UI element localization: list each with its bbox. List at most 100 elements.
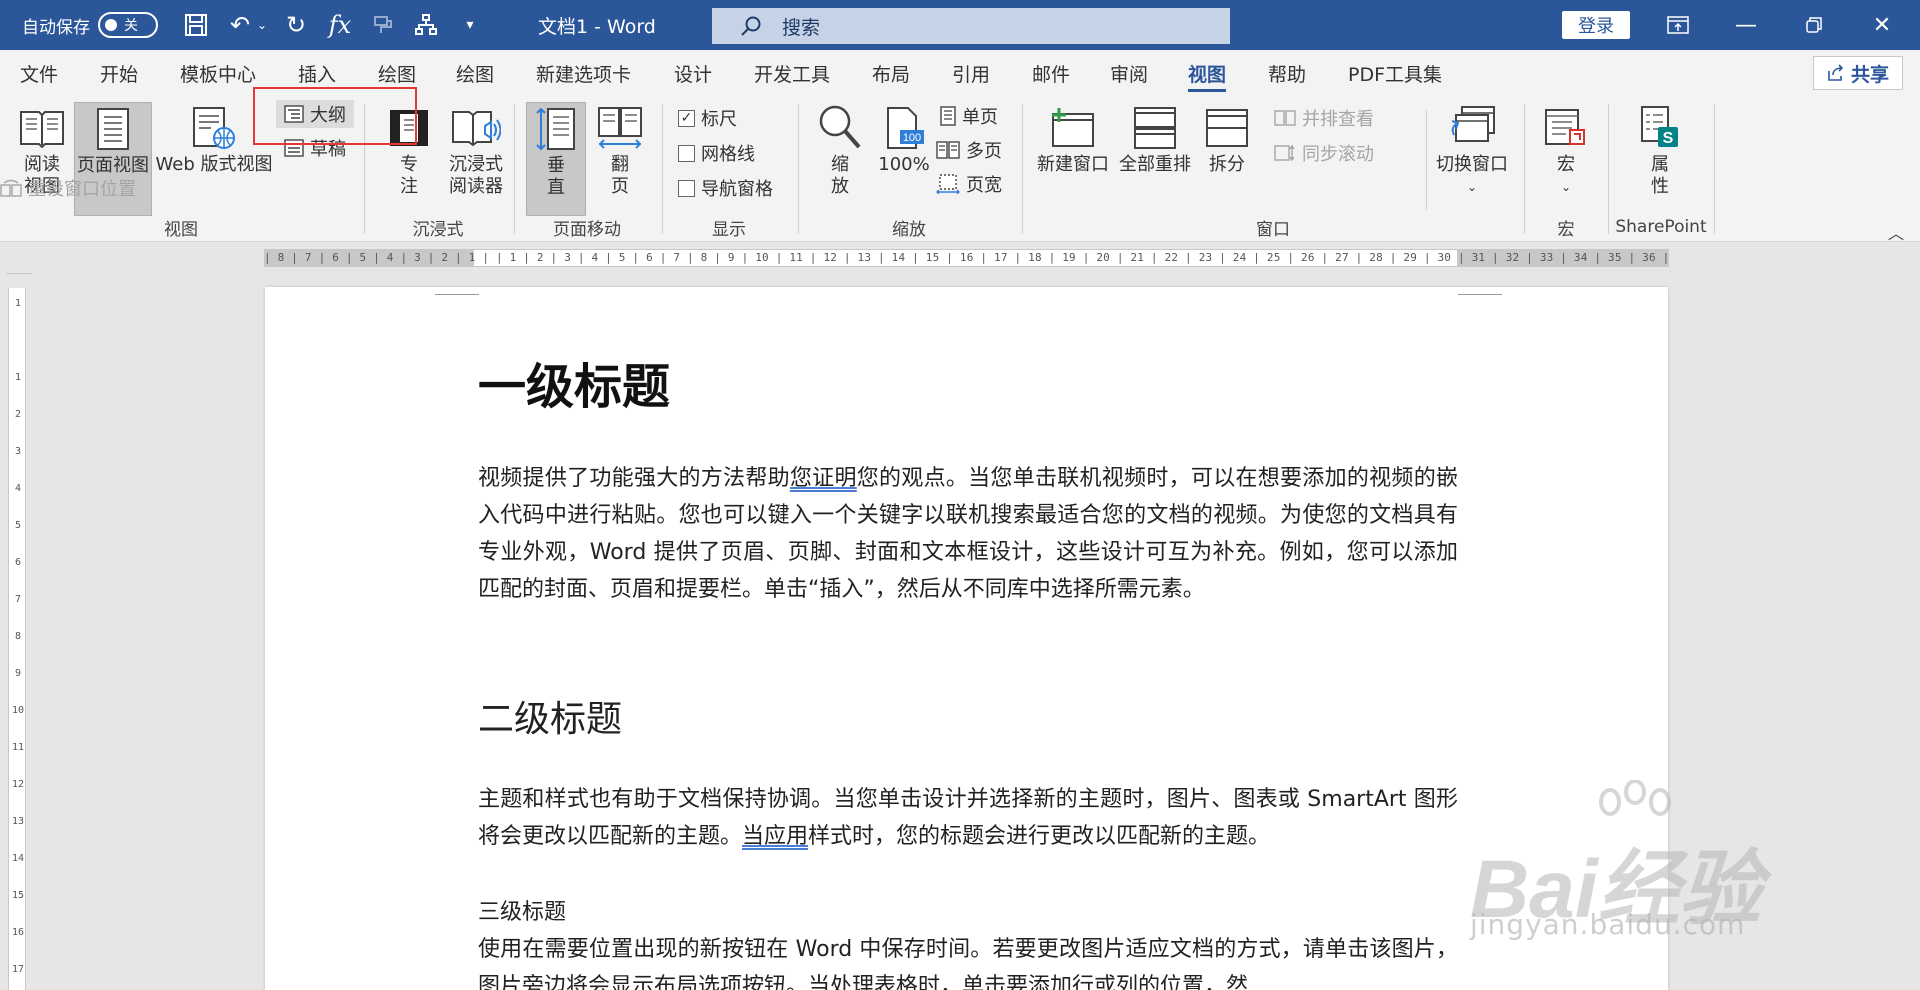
paragraph-2-flagged-phrase[interactable]: 当应用 — [742, 824, 808, 849]
properties-button[interactable]: S 属性 — [1630, 102, 1690, 198]
nav-pane-label: 导航窗格 — [701, 179, 773, 200]
autosave-label: 自动保存 — [22, 17, 90, 38]
side-by-side-label: 并排查看 — [1302, 109, 1374, 130]
tab-layout[interactable]: 布局 — [872, 58, 910, 88]
group-separator-minor — [1426, 110, 1427, 210]
gridlines-checkbox[interactable]: 网格线 — [678, 139, 755, 167]
restore-icon[interactable] — [1784, 0, 1844, 50]
tab-design[interactable]: 设计 — [674, 58, 712, 88]
multi-page-icon — [936, 141, 960, 159]
tab-mailings[interactable]: 邮件 — [1032, 58, 1070, 88]
vertical-button[interactable]: 垂直 — [526, 102, 586, 216]
one-page-button[interactable]: 单页 — [940, 102, 998, 130]
arrange-all-label: 全部重排 — [1119, 154, 1191, 175]
save-icon[interactable] — [178, 8, 214, 42]
sync-scroll-button[interactable]: 同步滚动 — [1274, 139, 1374, 167]
vertical-ruler-number: 1 — [14, 372, 22, 383]
vertical-ruler[interactable]: 1123456789101112131415161718 — [8, 288, 26, 990]
heading-2[interactable]: 二级标题 — [478, 690, 622, 742]
document-page[interactable]: 一级标题 视频提供了功能强大的方法帮助您证明您的观点。当您单击联机视频时，可以在… — [265, 287, 1668, 990]
split-button[interactable]: 拆分 — [1198, 102, 1256, 176]
tab-file[interactable]: 文件 — [20, 58, 58, 88]
vertical-ruler-number: 4 — [14, 483, 22, 494]
show-group-label: 显示 — [712, 219, 746, 240]
sharepoint-properties-icon: S — [1638, 102, 1682, 154]
share-button[interactable]: 共享 — [1813, 56, 1903, 90]
sync-scroll-icon — [1274, 144, 1295, 162]
paragraph-3[interactable]: 使用在需要位置出现的新按钮在 Word 中保存时间。若要更改图片适应文档的方式，… — [478, 931, 1458, 990]
vertical-ruler-number: 7 — [14, 594, 22, 605]
close-icon[interactable]: ✕ — [1852, 0, 1912, 50]
title-bar: 自动保存 关 ↶ ⌄ ↻ fx ▾ 文档1 - Word 搜索 登录 — ✕ — [0, 0, 1920, 50]
function-icon[interactable]: fx — [322, 8, 358, 42]
paragraph-1[interactable]: 视频提供了功能强大的方法帮助您证明您的观点。当您单击联机视频时，可以在想要添加的… — [478, 460, 1458, 608]
immersive-reader-button[interactable]: 沉浸式阅读器 — [440, 102, 512, 198]
autosave-state: 关 — [124, 18, 138, 34]
heading-3[interactable]: 三级标题 — [478, 894, 566, 931]
page-width-button[interactable]: 页宽 — [936, 170, 1002, 198]
gridlines-check-icon — [678, 144, 695, 162]
side-to-side-button[interactable]: 翻页 — [590, 102, 650, 198]
tab-draw-2[interactable]: 绘图 — [456, 58, 494, 88]
multi-page-button[interactable]: 多页 — [936, 136, 1002, 164]
reset-position-icon — [0, 179, 22, 197]
vertical-ruler-number: 15 — [11, 890, 25, 901]
tab-new[interactable]: 新建选项卡 — [536, 58, 631, 88]
tab-draw[interactable]: 绘图 — [378, 58, 416, 88]
new-window-button[interactable]: 新建窗口 — [1034, 102, 1112, 176]
side-to-side-icon — [596, 102, 644, 154]
macros-button[interactable]: 宏 ⌄ — [1536, 102, 1596, 198]
format-painter-icon[interactable] — [366, 8, 402, 42]
vertical-ruler-number: 10 — [11, 705, 25, 716]
document-title: 文档1 - Word — [538, 15, 656, 38]
paragraph-1-flagged-phrase[interactable]: 您证明 — [790, 466, 857, 491]
corner-mark — [1458, 285, 1502, 295]
customize-qat-icon[interactable]: ▾ — [452, 8, 488, 42]
toggle-knob — [105, 19, 117, 31]
tab-references[interactable]: 引用 — [952, 58, 990, 88]
autosave-control[interactable]: 自动保存 关 — [22, 8, 158, 42]
window-group-label: 窗口 — [1256, 219, 1290, 240]
side-by-side-button[interactable]: 并排查看 — [1274, 104, 1374, 132]
vertical-ruler-number: 3 — [14, 446, 22, 457]
ruler-checkbox[interactable]: ✓ 标尺 — [678, 104, 737, 132]
tab-home[interactable]: 开始 — [100, 58, 138, 88]
tab-view[interactable]: 视图 — [1188, 58, 1227, 92]
zoom-button[interactable]: 缩放 — [810, 102, 870, 198]
share-label: 共享 — [1850, 63, 1889, 86]
redo-icon[interactable]: ↻ — [278, 8, 314, 42]
switch-window-button[interactable]: 切换窗口 ⌄ — [1432, 102, 1512, 198]
search-placeholder: 搜索 — [782, 16, 821, 39]
horizontal-ruler[interactable]: | 8 | 7 | 6 | 5 | 4 | 3 | 2 | 1 | | 1 | … — [264, 249, 1669, 267]
tab-insert[interactable]: 插入 — [298, 58, 336, 88]
ribbon-display-options-icon[interactable] — [1648, 0, 1708, 50]
tab-templates[interactable]: 模板中心 — [180, 58, 256, 88]
minimize-icon[interactable]: — — [1716, 0, 1776, 50]
arrange-all-button[interactable]: 全部重排 — [1116, 102, 1194, 176]
collapse-ribbon-icon[interactable]: ︿ — [1888, 220, 1904, 244]
page-movement-group-label: 页面移动 — [553, 219, 621, 240]
search-box[interactable]: 搜索 — [712, 8, 1230, 44]
zoom-100-label: 100% — [878, 154, 930, 175]
one-page-icon — [940, 106, 956, 126]
arrange-all-icon — [1133, 102, 1177, 154]
zoom-100-button[interactable]: 100 100% — [874, 102, 934, 176]
login-button[interactable]: 登录 — [1562, 11, 1630, 39]
tab-help[interactable]: 帮助 — [1268, 58, 1306, 88]
undo-dropdown-icon[interactable]: ⌄ — [252, 8, 272, 42]
multi-page-label: 多页 — [966, 141, 1002, 162]
org-chart-icon[interactable] — [408, 8, 444, 42]
vertical-ruler-number: 11 — [11, 742, 25, 753]
annotation-highlight-box — [253, 87, 417, 145]
zoom-100-icon: 100 — [882, 102, 926, 154]
group-separator — [1022, 104, 1023, 234]
tab-pdf-tools[interactable]: PDF工具集 — [1348, 58, 1442, 88]
tab-review[interactable]: 审阅 — [1110, 58, 1148, 88]
nav-pane-checkbox[interactable]: 导航窗格 — [678, 174, 773, 202]
paragraph-2[interactable]: 主题和样式也有助于文档保持协调。当您单击设计并选择新的主题时，图片、图表或 Sm… — [478, 781, 1458, 855]
heading-1[interactable]: 一级标题 — [478, 347, 670, 417]
autosave-toggle[interactable]: 关 — [98, 12, 158, 38]
macros-group-label: 宏 — [1557, 219, 1575, 240]
reset-position-button[interactable]: 重设窗口位置 — [0, 174, 136, 202]
tab-developer[interactable]: 开发工具 — [754, 58, 830, 88]
